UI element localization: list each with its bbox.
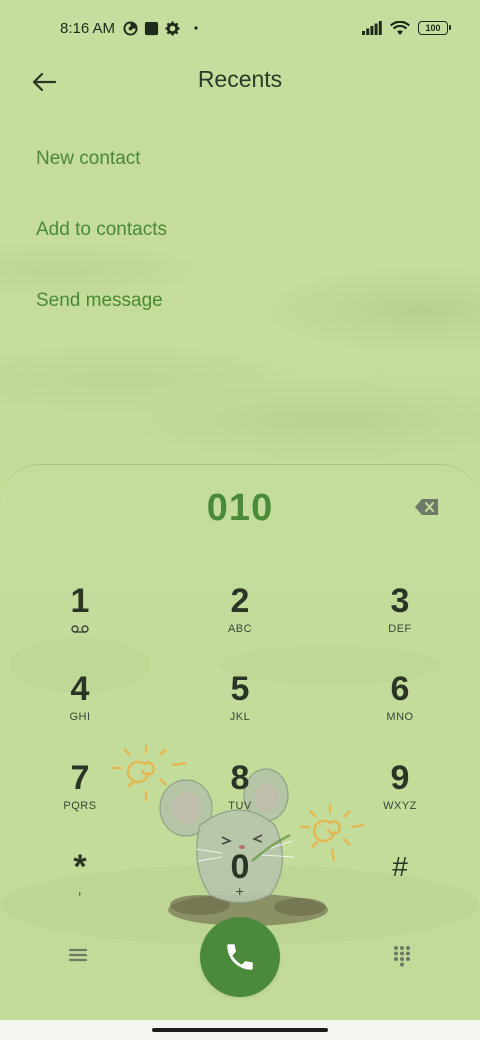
keypad-toggle-button[interactable] [392,945,412,967]
dial-key-letters: GHI [69,711,91,723]
dial-key-letters: TUV [228,800,252,812]
menu-icon [68,948,88,962]
dial-key-2[interactable]: 2 ABC [180,581,300,657]
page-title: Recents [197,66,283,92]
dialpad-panel: 010 1 2 ABC 3 DEF 4 GHI 5 JKL 6 MNO 7 PQ… [0,464,480,1020]
signal-icon [362,21,382,35]
dial-key-digit: 5 [230,670,250,708]
new-contact-link[interactable]: New contact [36,148,141,170]
dial-key-letters: , [77,881,83,897]
wifi-icon [390,20,410,36]
backspace-icon [415,499,438,515]
battery-icon: 100 [418,21,451,35]
dial-key-digit: 2 [230,582,250,620]
dial-key-letters: MNO [386,711,414,723]
dial-key-3[interactable]: 3 DEF [340,581,460,657]
dial-key-digit: 6 [390,670,410,708]
dial-key-letters: JKL [229,711,251,723]
dial-key-1[interactable]: 1 [20,581,140,657]
dial-key-digit: 8 [230,759,250,797]
dial-key-digit: # [392,851,408,882]
dial-key-letters: PQRS [63,800,97,812]
dial-key-digit: 4 [70,670,90,708]
dial-key-hash[interactable]: # [340,847,460,923]
dial-key-4[interactable]: 4 GHI [20,669,140,745]
status-time: 8:16 AM [60,19,116,37]
navigation-bar [0,1020,480,1040]
dial-key-letters: WXYZ [383,800,417,812]
phone-icon [227,944,253,970]
dial-key-digit: 1 [70,582,90,620]
home-indicator[interactable] [152,1028,328,1032]
app-header: Recents [0,56,480,108]
voicemail-icon [71,625,89,633]
square-notification-icon [144,21,159,36]
add-to-contacts-link[interactable]: Add to contacts [36,219,167,241]
status-bar: 8:16 AM 100 [0,0,480,56]
settings-gear-icon [165,20,180,36]
call-button[interactable] [200,917,280,997]
battery-level: 100 [425,23,441,33]
dial-key-5[interactable]: 5 JKL [180,669,300,745]
dialed-number: 010 [206,487,274,529]
dial-key-6[interactable]: 6 MNO [340,669,460,745]
dot-icon [194,26,198,30]
dial-key-star[interactable]: * , [20,847,140,923]
dial-key-letters: DEF [388,623,412,635]
dial-key-digit: 3 [390,582,410,620]
dial-key-letters: + [235,883,245,899]
dial-key-digit: 7 [70,759,90,797]
dial-key-digit: 0 [230,848,250,886]
dial-key-digit: 9 [390,759,410,797]
dial-key-letters: ABC [227,623,253,635]
dial-key-8[interactable]: 8 TUV [180,758,300,834]
data-saver-icon [123,20,138,36]
menu-button[interactable] [66,945,90,965]
keypad-icon [394,946,410,967]
dial-key-7[interactable]: 7 PQRS [20,758,140,834]
send-message-link[interactable]: Send message [36,290,163,312]
dial-key-9[interactable]: 9 WXYZ [340,758,460,834]
backspace-button[interactable] [414,497,440,517]
dial-key-0[interactable]: 0 + [180,847,300,923]
